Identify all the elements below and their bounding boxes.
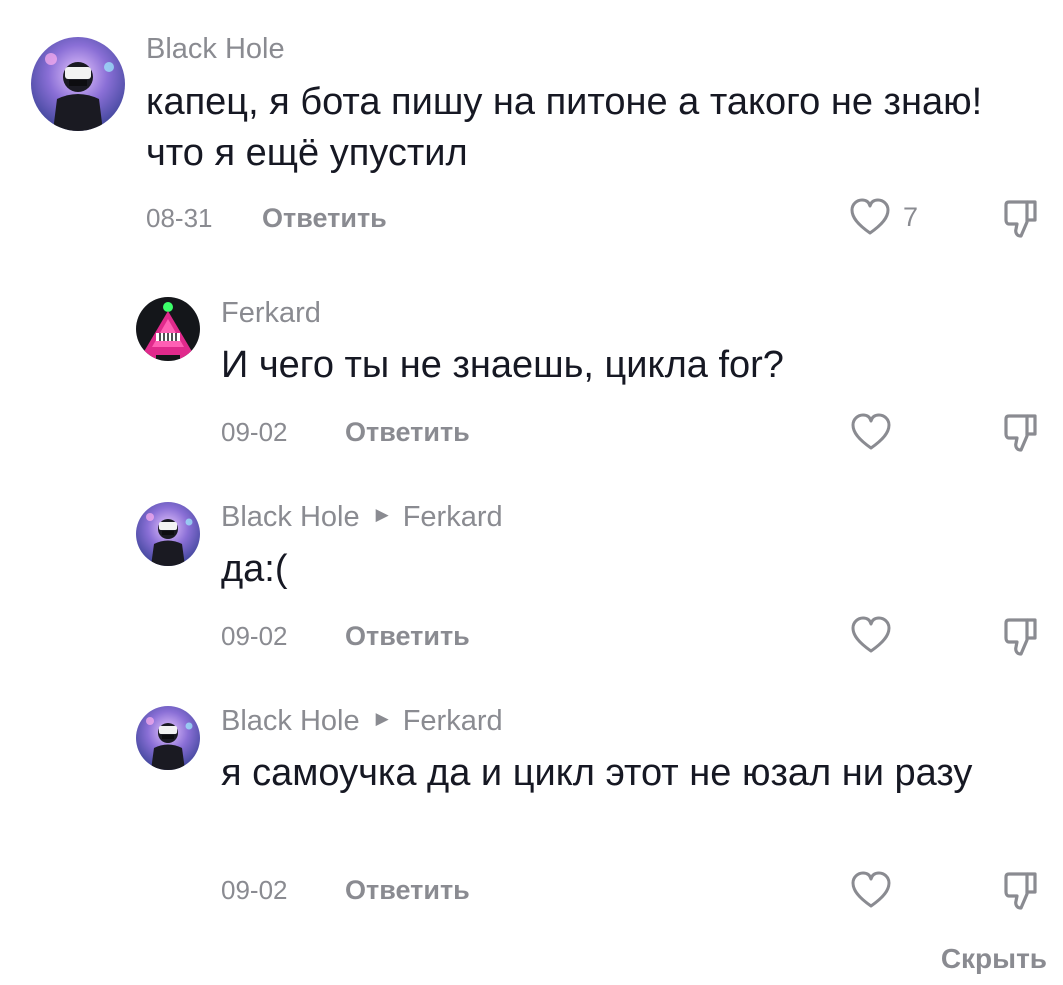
comment-text: капец, я бота пишу на питоне а такого не… [146, 81, 983, 174]
like-count: 7 [903, 202, 919, 232]
like-button[interactable] [850, 615, 892, 655]
dislike-button[interactable] [1003, 870, 1045, 917]
thumbs-down-icon [1004, 872, 1037, 910]
comment-author[interactable]: Black Hole [146, 32, 285, 66]
like-button[interactable] [850, 412, 892, 452]
heart-outline-icon [851, 413, 891, 450]
avatar[interactable] [136, 502, 200, 566]
dislike-button[interactable] [1003, 616, 1045, 663]
comment-author[interactable]: Black Hole ▶ Ferkard [221, 704, 503, 739]
comment-text: я самоучка да и цикл этот не юзал ни раз… [221, 752, 973, 794]
hide-replies-button[interactable]: Скрыть [941, 943, 1047, 975]
heart-outline-icon [851, 616, 891, 653]
author-name[interactable]: Black Hole [146, 33, 285, 65]
dislike-button[interactable] [1003, 198, 1045, 245]
black-hole-avatar-image [136, 706, 200, 770]
reply-button[interactable]: Ответить [262, 203, 387, 233]
comment-text: И чего ты не знаешь, цикла for? [221, 344, 784, 386]
comment-date: 09-02 [221, 621, 288, 651]
heart-outline-icon [851, 871, 891, 908]
like-button[interactable]: 7 [849, 197, 918, 237]
thumbs-down-icon [1004, 618, 1037, 656]
comment-date: 09-02 [221, 875, 288, 905]
dislike-button[interactable] [1003, 412, 1045, 459]
thumbs-down-icon [1004, 200, 1037, 238]
heart-outline-icon [850, 198, 890, 235]
reply-to-name[interactable]: Ferkard [403, 501, 503, 533]
author-name[interactable]: Black Hole [221, 705, 360, 737]
avatar[interactable] [31, 37, 125, 131]
reply-button[interactable]: Ответить [345, 417, 470, 447]
avatar[interactable] [136, 706, 200, 770]
comment-text: да:( [221, 548, 288, 590]
author-name[interactable]: Black Hole [221, 501, 360, 533]
avatar[interactable] [136, 297, 200, 361]
black-hole-avatar-image [31, 37, 125, 131]
reply-button[interactable]: Ответить [345, 875, 470, 905]
comment-date: 08-31 [146, 203, 213, 233]
triangle-right-icon: ▶ [375, 709, 389, 729]
author-name[interactable]: Ferkard [221, 297, 321, 329]
comment-author[interactable]: Ferkard [221, 296, 321, 330]
comment-author[interactable]: Black Hole ▶ Ferkard [221, 500, 503, 535]
thumbs-down-icon [1004, 414, 1037, 452]
reply-to-name[interactable]: Ferkard [403, 705, 503, 737]
reply-button[interactable]: Ответить [345, 621, 470, 651]
like-button[interactable] [850, 870, 892, 910]
triangle-right-icon: ▶ [375, 505, 389, 525]
black-hole-avatar-image [136, 502, 200, 566]
ferkard-avatar-image [136, 297, 200, 361]
comment-date: 09-02 [221, 417, 288, 447]
